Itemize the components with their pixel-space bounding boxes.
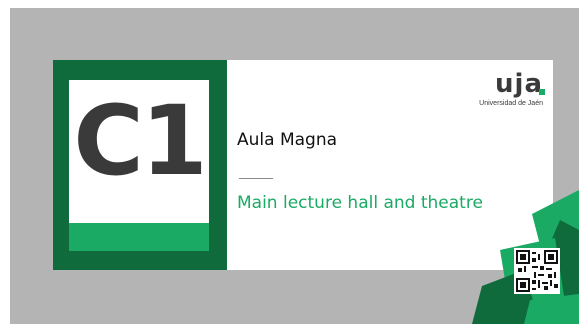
logo-dot — [539, 89, 545, 95]
logo-caption: Universidad de Jaén — [479, 100, 543, 107]
logo-mark: uja — [495, 69, 543, 99]
university-logo: uja Universidad de Jaén — [433, 69, 545, 110]
building-code: C1 — [73, 85, 207, 197]
building-subtitle: Main lecture hall and theatre — [237, 193, 483, 213]
qr-code-pattern — [516, 250, 558, 292]
divider — [239, 178, 273, 179]
code-accent-bar — [69, 223, 209, 251]
building-code-panel: C1 — [53, 60, 227, 270]
building-code-box: C1 — [69, 80, 209, 251]
qr-code-icon — [514, 248, 560, 294]
photo-frame: C1 uja Universidad de Jaén Aula Magna Ma… — [0, 0, 579, 324]
building-title: Aula Magna — [237, 130, 338, 150]
